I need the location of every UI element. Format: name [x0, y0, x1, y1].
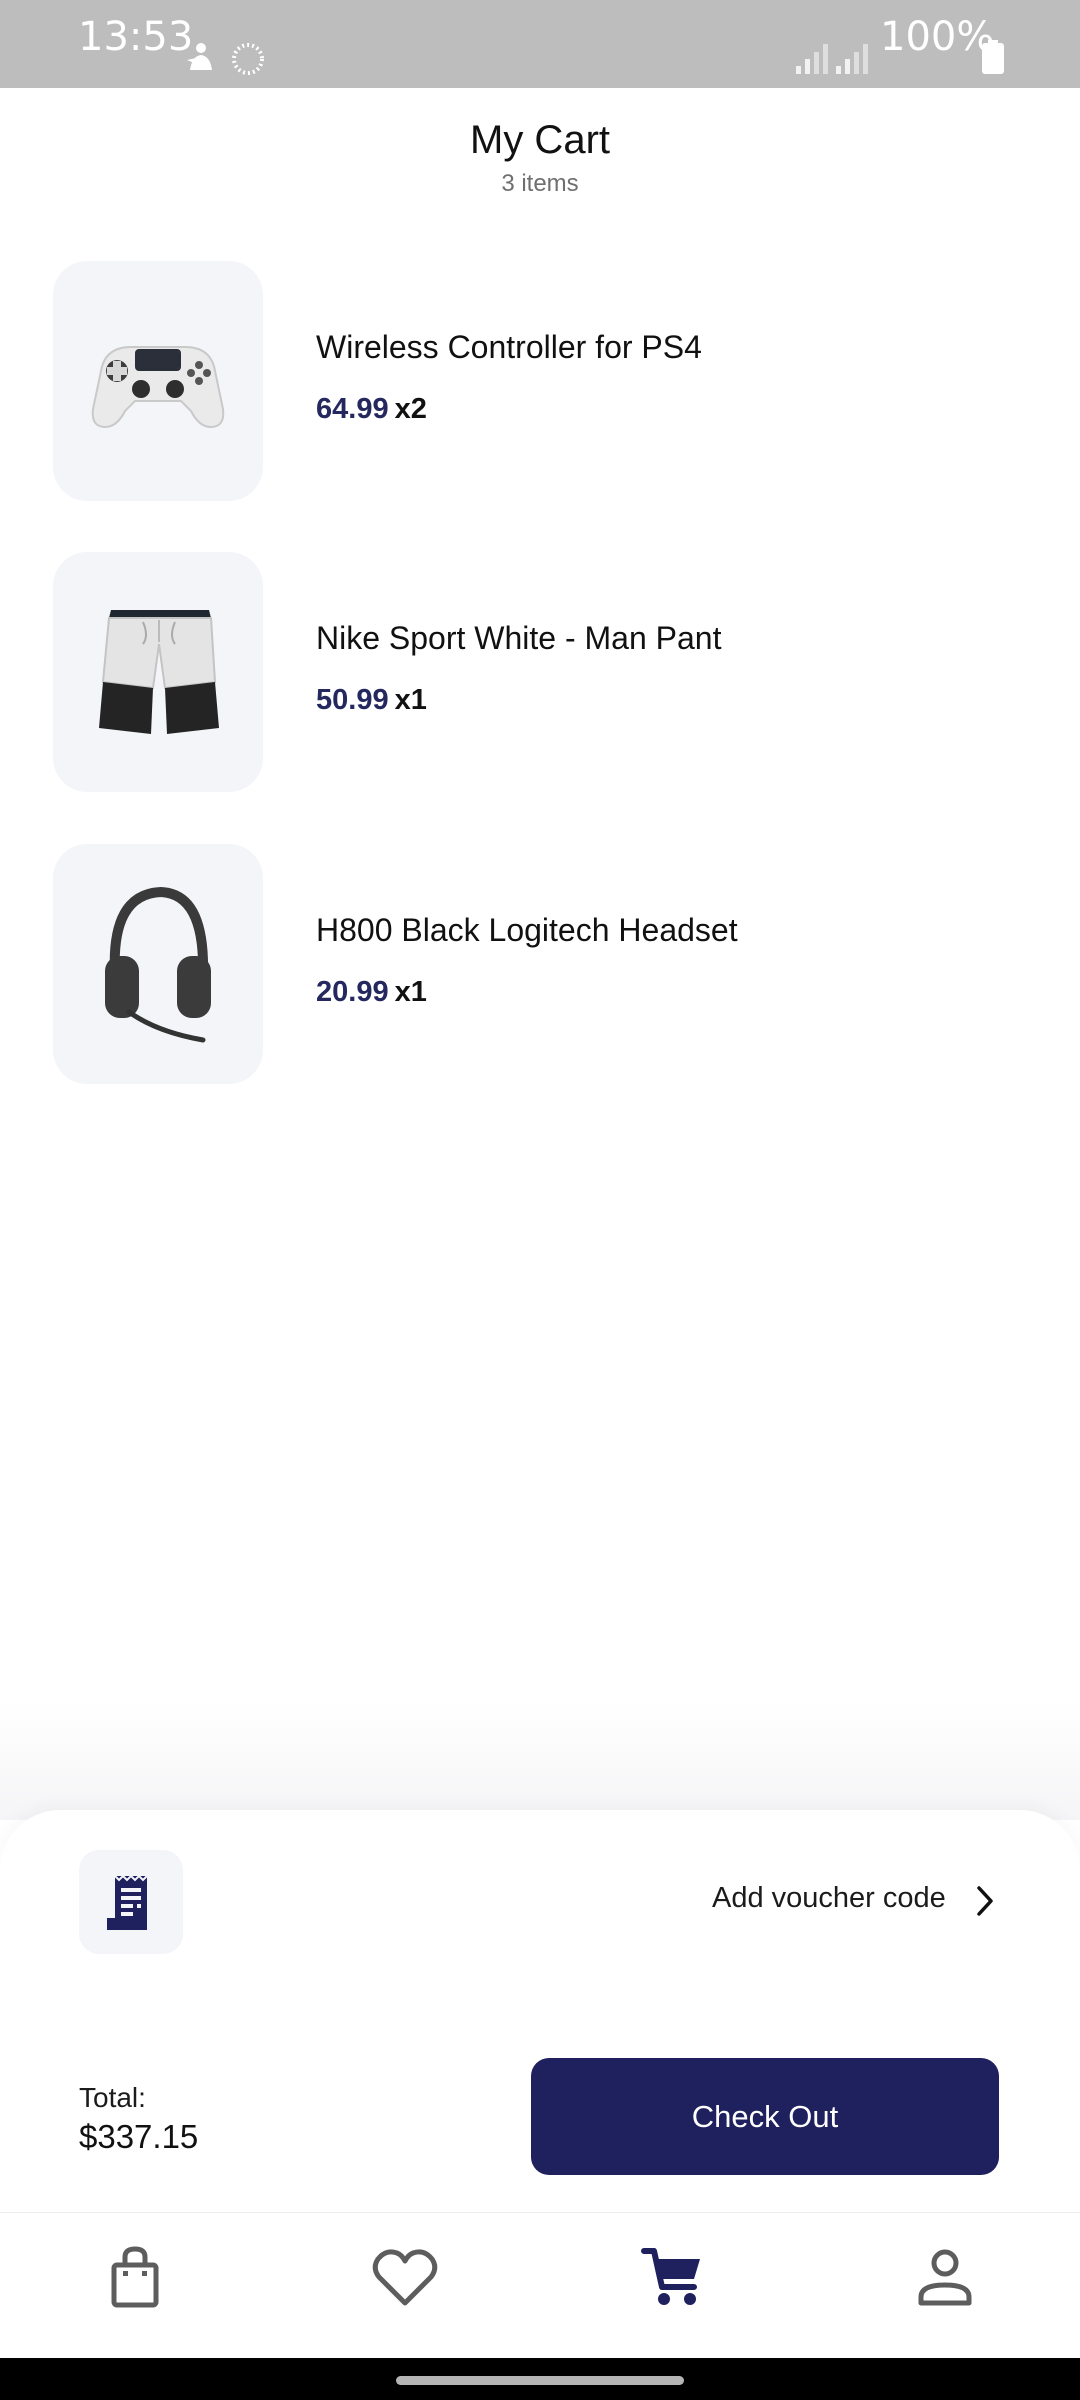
- shorts-image: [99, 610, 219, 734]
- receipt-icon: [107, 1874, 148, 1930]
- cart-item[interactable]: H800 Black Logitech Headset 20.99 x1: [53, 844, 1013, 1084]
- product-price: 50.99: [316, 684, 389, 716]
- loading-icon: [232, 43, 264, 75]
- signal-icon: [796, 44, 828, 74]
- battery-percentage: 100%: [880, 14, 995, 60]
- product-name: Wireless Controller for PS4: [316, 329, 702, 365]
- nav-favorites[interactable]: [370, 2243, 440, 2313]
- battery-icon: [982, 40, 1004, 74]
- product-thumbnail: [53, 261, 263, 501]
- voucher-icon-container: [79, 1850, 183, 1954]
- cart-item[interactable]: Nike Sport White - Man Pant 50.99 x1: [53, 552, 1013, 792]
- product-price: 20.99: [316, 976, 389, 1008]
- headset-image: [105, 886, 211, 1043]
- home-gesture-handle[interactable]: [396, 2376, 684, 2385]
- signal-icon-2: [836, 44, 868, 74]
- notification-app-icon: [187, 43, 212, 70]
- profile-icon: [918, 2249, 972, 2306]
- cart-item[interactable]: Wireless Controller for PS4 64.99 x2: [53, 261, 1013, 501]
- product-name: Nike Sport White - Man Pant: [316, 620, 722, 656]
- total-label: Total:: [79, 2082, 146, 2113]
- nav-shop[interactable]: [100, 2243, 170, 2313]
- ps4-controller-image: [91, 346, 225, 429]
- product-thumbnail: [53, 844, 263, 1084]
- add-voucher-link[interactable]: Add voucher code: [712, 1882, 946, 1915]
- product-name: H800 Black Logitech Headset: [316, 912, 738, 948]
- system-gesture-bar: [0, 2358, 1080, 2400]
- price-row: 20.99 x1: [316, 976, 427, 1009]
- status-time: 13:53: [78, 14, 194, 60]
- sheet-shadow: [0, 1700, 1080, 1820]
- product-price: 64.99: [316, 393, 389, 425]
- total-amount: $337.15: [79, 2118, 199, 2155]
- product-thumbnail: [53, 552, 263, 792]
- status-bar: 13:53 100%: [0, 0, 1080, 88]
- product-quantity: x1: [394, 684, 427, 716]
- page-title: My Cart: [470, 118, 610, 162]
- cart-icon: [641, 2248, 700, 2305]
- price-row: 64.99 x2: [316, 393, 427, 426]
- chevron-right-icon[interactable]: [972, 1884, 998, 1918]
- heart-icon: [372, 2249, 438, 2306]
- product-quantity: x2: [394, 393, 427, 425]
- nav-profile[interactable]: [910, 2243, 980, 2313]
- price-row: 50.99 x1: [316, 684, 427, 717]
- cart-screen: 13:53 100% My Cart 3 items Wireless Cont…: [0, 0, 1080, 2400]
- item-count: 3 items: [501, 170, 579, 197]
- shopping-bag-icon: [111, 2246, 159, 2308]
- bottom-navigation: [0, 2212, 1080, 2358]
- nav-cart[interactable]: [638, 2243, 708, 2313]
- product-quantity: x1: [394, 976, 427, 1008]
- checkout-button[interactable]: Check Out: [531, 2058, 999, 2175]
